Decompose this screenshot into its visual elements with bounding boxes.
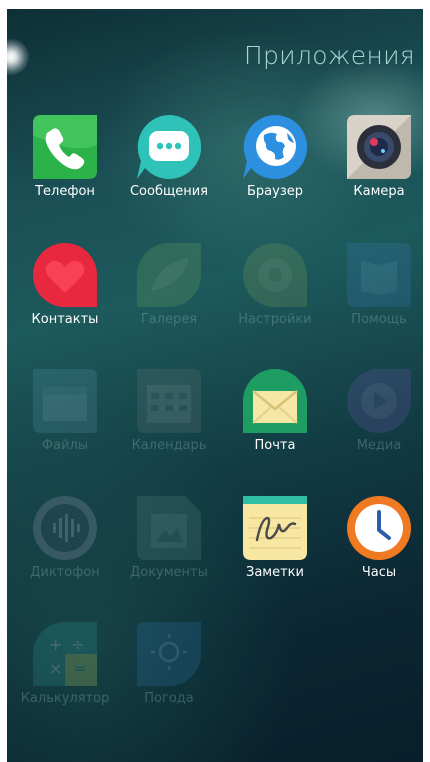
app-messages[interactable]: Сообщения [117,115,221,215]
app-grid-screen: Приложения Телефон Сообщения Браузер Кам… [7,9,423,762]
svg-text:+: + [49,635,62,654]
app-label: Почта [254,438,296,453]
recorder-icon [33,496,97,560]
app-clock[interactable]: Часы [327,496,423,596]
weather-icon [137,622,201,686]
calendar-icon [137,369,201,433]
app-label: Сообщения [129,184,208,199]
app-label: Контакты [31,312,99,327]
app-label: Помощь [351,312,407,327]
app-label: Настройки [238,312,312,327]
messages-icon [137,115,201,179]
gallery-icon [137,243,201,307]
contacts-icon [33,243,97,307]
app-weather[interactable]: Погода [117,622,221,722]
files-icon [33,369,97,433]
app-label: Медиа [356,438,402,453]
camera-icon [347,115,411,179]
app-gallery[interactable]: Галерея [117,243,221,343]
app-label: Документы [130,565,208,580]
app-label: Галерея [140,312,198,327]
app-media[interactable]: Медиа [327,369,423,469]
phone-icon [33,115,97,179]
app-camera[interactable]: Камера [327,115,423,215]
app-help[interactable]: Помощь [327,243,423,343]
app-label: Диктофон [30,565,100,580]
app-label: Погода [144,691,194,706]
app-browser[interactable]: Браузер [223,115,327,215]
app-label: Телефон [35,184,95,199]
browser-icon [243,115,307,179]
svg-text:=: = [73,659,86,678]
app-label: Часы [361,565,397,580]
app-label: Календарь [131,438,207,453]
page-title: Приложения [243,41,415,70]
app-label: Файлы [41,438,89,453]
device-frame: Приложения Телефон Сообщения Браузер Кам… [0,0,430,762]
calculator-icon: + ÷ × = [33,622,97,686]
app-calculator[interactable]: + ÷ × = Калькулятор [13,622,117,722]
svg-text:÷: ÷ [71,635,84,654]
app-calendar[interactable]: Календарь [117,369,221,469]
documents-icon [137,496,201,560]
settings-icon [243,243,307,307]
svg-text:×: × [49,659,62,678]
app-notes[interactable]: Заметки [223,496,327,596]
notes-icon [243,496,307,560]
app-contacts[interactable]: Контакты [13,243,117,343]
app-label: Браузер [247,184,303,199]
clock-icon [347,496,411,560]
light-sparkle [7,39,29,75]
mail-icon [243,369,307,433]
app-files[interactable]: Файлы [13,369,117,469]
app-settings[interactable]: Настройки [223,243,327,343]
app-documents[interactable]: Документы [117,496,221,596]
help-icon [347,243,411,307]
app-label: Заметки [246,565,304,580]
app-label: Калькулятор [20,691,110,706]
app-phone[interactable]: Телефон [13,115,117,215]
app-recorder[interactable]: Диктофон [13,496,117,596]
app-label: Камера [353,184,405,199]
app-mail[interactable]: Почта [223,369,327,469]
media-icon [347,369,411,433]
